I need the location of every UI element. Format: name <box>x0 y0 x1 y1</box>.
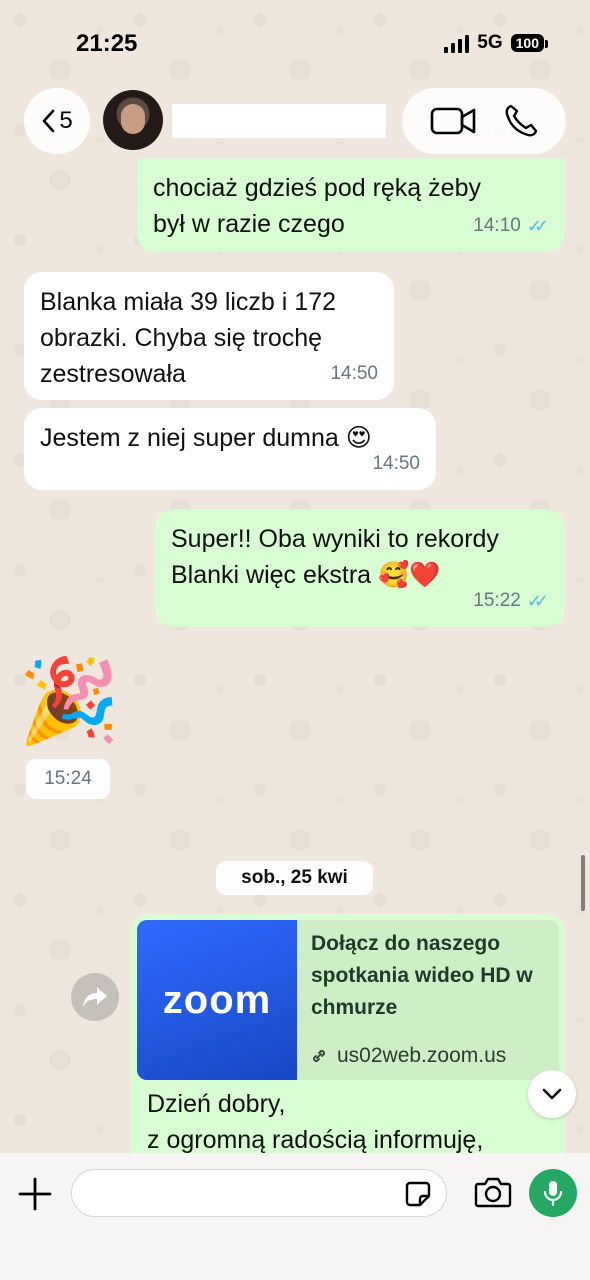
battery-indicator: 100 <box>510 34 549 52</box>
link-message-bubble[interactable]: zoom Dołącz do naszego spotkania wideo H… <box>131 914 565 1164</box>
scroll-to-bottom-button[interactable] <box>528 1070 576 1118</box>
zoom-logo: zoom <box>137 920 297 1080</box>
emoji-message[interactable]: 🎉 <box>18 652 120 752</box>
video-call-icon[interactable] <box>430 106 476 136</box>
scrollbar[interactable] <box>581 855 585 911</box>
message-text: Super!! Oba wyniki to rekordy <box>171 525 499 553</box>
plus-icon[interactable] <box>16 1175 54 1213</box>
message-time: 15:24 <box>44 768 92 789</box>
message-input[interactable] <box>71 1169 447 1217</box>
link-url: us02web.zoom.us <box>337 1044 507 1067</box>
chevron-left-icon <box>43 109 55 133</box>
mic-button[interactable] <box>529 1169 577 1217</box>
status-time: 21:25 <box>76 30 138 57</box>
camera-icon[interactable] <box>474 1175 512 1209</box>
back-button[interactable]: 5 <box>24 88 90 154</box>
message-time-chip: 15:24 <box>26 759 110 799</box>
status-bar: 21:25 5G 100 <box>0 0 590 86</box>
message-text: Dzień dobry, <box>147 1090 286 1118</box>
phone-icon[interactable] <box>503 103 539 139</box>
message-time: 14:50 <box>330 363 378 384</box>
message-time: 14:50 <box>372 453 420 474</box>
mic-icon <box>543 1181 563 1207</box>
message-text: Blanka miała 39 liczb i 172 <box>40 288 336 316</box>
link-icon <box>313 1050 325 1062</box>
date-separator: sob., 25 kwi <box>216 861 373 895</box>
unread-count: 5 <box>59 107 73 134</box>
forward-button[interactable] <box>71 973 119 1021</box>
forward-icon <box>83 987 107 1007</box>
message-time: 15:22 <box>473 590 521 611</box>
message-bubble-incoming[interactable]: Jestem z niej super dumna 😍 14:50 <box>24 408 436 490</box>
sticker-icon[interactable] <box>404 1180 432 1208</box>
avatar[interactable] <box>103 90 163 150</box>
contact-name[interactable] <box>172 104 386 138</box>
message-text: obrazki. Chyba się trochę <box>40 324 323 352</box>
message-time: 14:10 <box>473 215 521 236</box>
chat-header: 5 <box>0 86 590 172</box>
link-preview[interactable]: zoom Dołącz do naszego spotkania wideo H… <box>137 920 559 1080</box>
signal-icon <box>444 33 470 53</box>
chevron-down-icon <box>542 1088 562 1100</box>
link-title: Dołącz do naszego spotkania wideo HD w c… <box>311 932 533 1019</box>
message-bubble-incoming[interactable]: Blanka miała 39 liczb i 172 obrazki. Chy… <box>24 272 394 400</box>
message-text: zestresowała <box>40 360 186 388</box>
message-input-bar <box>0 1153 590 1280</box>
message-text: Jestem z niej super dumna 😍 <box>40 424 372 452</box>
message-text: chociaż gdzieś pod ręką żeby <box>153 174 481 202</box>
network-type: 5G <box>477 32 503 53</box>
message-bubble-outgoing[interactable]: Super!! Oba wyniki to rekordy Blanki wię… <box>155 509 565 627</box>
chat-area[interactable]: chociaż gdzieś pod ręką żeby był w razie… <box>0 0 590 1280</box>
read-ticks-icon: ✓✓ <box>526 216 549 236</box>
read-ticks-icon: ✓✓ <box>526 591 549 611</box>
message-bubble-outgoing[interactable]: chociaż gdzieś pod ręką żeby był w razie… <box>137 158 565 252</box>
